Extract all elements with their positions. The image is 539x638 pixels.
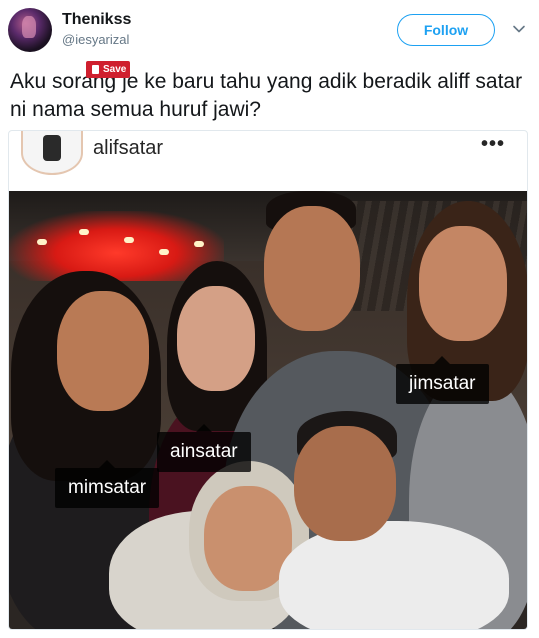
person-right-face: [419, 226, 507, 341]
avatar[interactable]: [8, 8, 52, 52]
author-display-name[interactable]: Thenikss: [62, 11, 131, 29]
author-handle[interactable]: @iesyarizal: [62, 32, 129, 47]
person-father-body: [279, 521, 509, 629]
chandelier-bulb: [124, 237, 134, 243]
red-chandelier: [9, 211, 224, 281]
photo-tag-mimsatar[interactable]: mimsatar: [55, 460, 160, 508]
more-horizontal-icon[interactable]: •••: [481, 133, 505, 156]
instagram-username[interactable]: alifsatar: [93, 137, 163, 160]
follow-button[interactable]: Follow: [397, 14, 495, 46]
instagram-embed[interactable]: alifsatar ••• jimsatar ainsatar mimsatar: [8, 130, 528, 630]
chandelier-bulb: [79, 229, 89, 235]
person-second-face: [177, 286, 255, 391]
person-father-face: [294, 426, 396, 541]
chandelier-bulb: [194, 241, 204, 247]
person-man-face: [264, 206, 360, 331]
photo-tag-jimsatar[interactable]: jimsatar: [396, 356, 489, 404]
chandelier-bulb: [37, 239, 47, 245]
person-left-face: [57, 291, 149, 411]
chandelier-bulb: [159, 249, 169, 255]
save-button[interactable]: Save: [86, 61, 130, 78]
post-photo[interactable]: jimsatar ainsatar mimsatar: [9, 191, 527, 629]
chevron-down-icon[interactable]: [512, 22, 526, 36]
photo-tag-ainsatar[interactable]: ainsatar: [157, 424, 251, 472]
instagram-avatar[interactable]: [21, 131, 83, 175]
